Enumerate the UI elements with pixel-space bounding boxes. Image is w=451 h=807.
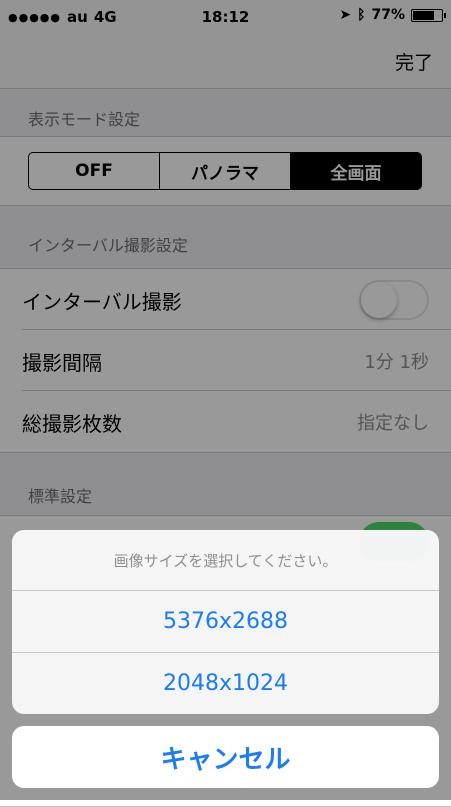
image-size-action-sheet: 画像サイズを選択してください。 5376x2688 2048x1024: [12, 530, 439, 714]
size-option-2048x1024[interactable]: 2048x1024: [12, 653, 439, 714]
action-sheet-title: 画像サイズを選択してください。: [12, 530, 439, 591]
size-option-5376x2688[interactable]: 5376x2688: [12, 591, 439, 653]
cancel-button[interactable]: キャンセル: [12, 726, 439, 788]
